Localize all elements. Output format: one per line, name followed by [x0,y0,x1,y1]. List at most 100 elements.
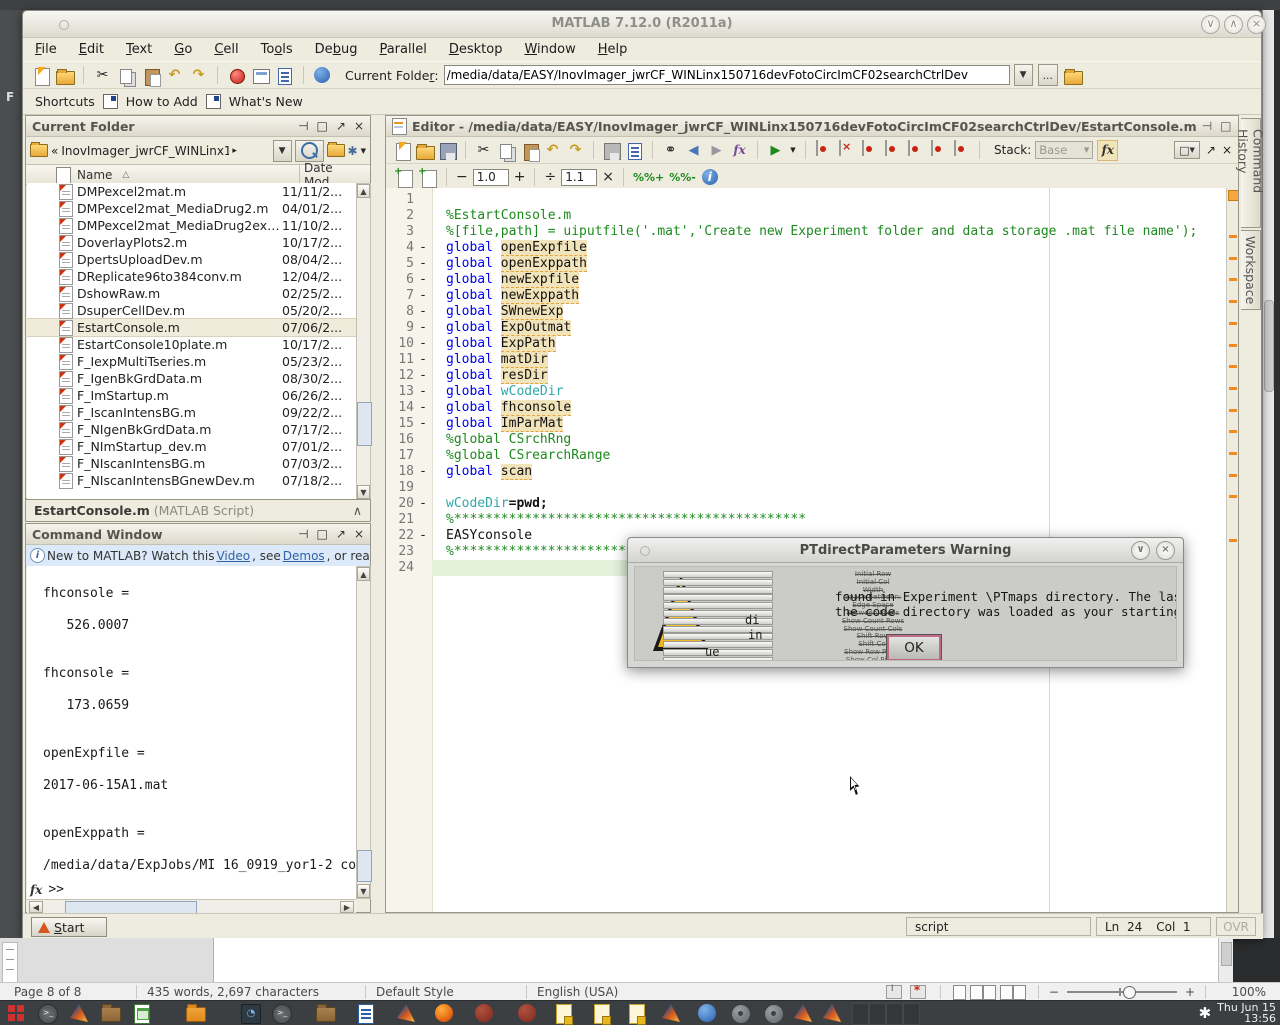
path-expand-icon[interactable]: ▸ [232,146,237,156]
code-line[interactable]: 6-global newExpfile [386,272,1238,288]
stack-select[interactable]: Base ▼ [1035,141,1093,159]
lint-marker[interactable] [1229,257,1237,260]
execution-marker[interactable]: - [414,272,432,288]
dock-icon[interactable]: ⊣ [298,117,308,135]
back-button[interactable]: ◀ [684,141,703,160]
browse-folder-button[interactable]: ... [1038,64,1059,86]
taskbar-matlab-4[interactable] [794,1004,812,1022]
scroll-left-icon[interactable]: ◀ [29,901,43,913]
word-count[interactable]: 435 words, 2,697 characters [147,985,355,999]
lint-marker[interactable] [1229,365,1237,368]
find-button[interactable]: ⚭ [661,141,680,160]
lint-marker[interactable] [1229,409,1237,412]
multi-page-view-icon[interactable] [970,985,983,1000]
file-row[interactable]: EstartConsole10plate.m10/17/2... [27,336,356,353]
file-row[interactable]: DshowRaw.m02/25/2... [27,285,356,302]
taskbar-matlab-2[interactable] [397,1004,415,1022]
dialog-title-bar[interactable]: PTdirectParameters Warning ∨ × [628,538,1183,563]
taskbar-terminal[interactable] [38,1004,58,1024]
scroll-up-icon[interactable]: ▲ [357,184,370,198]
zoom-in-button[interactable]: + [1185,985,1195,999]
maximize-icon[interactable]: □ [1220,117,1231,135]
zoom-knob[interactable] [1123,986,1136,999]
execution-marker[interactable]: - [414,240,432,256]
window-unshade-button[interactable]: ∧ [1224,15,1243,34]
menu-go[interactable]: Go [174,42,192,57]
current-folder-header[interactable]: Current Folder ⊣ □ ↗ × [26,116,370,137]
taskbar-app-gray[interactable] [731,1004,751,1024]
redo-button[interactable]: ↷ [189,66,208,85]
taskbar-text-editor[interactable] [556,1004,572,1024]
file-row[interactable]: F_NImStartup_dev.m07/01/2... [27,438,356,455]
command-window-header[interactable]: Command Window ⊣ □ ↗ × [26,524,370,545]
taskbar-libreoffice-writer[interactable] [358,1004,374,1024]
lint-marker[interactable] [1229,235,1237,238]
file-row[interactable]: EstartConsole.m07/06/2... [27,319,356,336]
find-function-button[interactable]: fx [1097,140,1118,161]
window-close-button[interactable]: × [1247,15,1266,34]
execution-marker[interactable]: - [414,288,432,304]
lint-marker[interactable] [1229,344,1237,347]
taskbar-matlab[interactable] [70,1004,88,1022]
dialog-shade-button[interactable]: ∨ [1131,541,1150,560]
lint-marker[interactable] [1229,387,1237,390]
annotation-strip[interactable] [1226,188,1238,912]
taskbar-text-editor-3[interactable] [629,1004,645,1024]
menu-cell[interactable]: Cell [214,42,238,57]
taskbar-matlab-3[interactable] [662,1004,680,1022]
execution-marker[interactable]: - [414,368,432,384]
lint-marker[interactable] [1229,539,1237,542]
shortcut-whats-new[interactable]: What's New [229,94,303,109]
command-scrollbar[interactable]: ▲ ▼ [356,566,371,899]
name-column[interactable]: Name [77,168,112,182]
scroll-down-icon[interactable]: ▼ [357,485,370,499]
fx-icon[interactable]: fx [30,883,42,897]
print-button[interactable] [602,141,621,160]
code-line[interactable]: 12-global resDir [386,368,1238,384]
divide-value-input[interactable]: 1.1 [561,169,597,186]
continue-button[interactable] [929,141,948,160]
run-dropdown[interactable]: ▼ [789,141,797,160]
code-line[interactable]: 5-global openExppath [386,256,1238,272]
execution-marker[interactable]: - [414,528,432,544]
code-line[interactable]: 3%[file,path] = uiputfile('.mat','Create… [386,224,1238,240]
execution-marker[interactable]: - [414,416,432,432]
step-value-input[interactable]: 1.0 [473,169,509,186]
undo-button[interactable]: ↶ [165,66,184,85]
tab-command-history[interactable]: Command History [1241,118,1261,228]
cell-info-button[interactable]: i [701,168,720,187]
code-line[interactable]: 9-global ExpOutmat [386,320,1238,336]
menu-text[interactable]: Text [126,42,152,57]
book-view-icon[interactable] [1000,985,1013,1000]
code-line[interactable]: 13-global wCodeDir [386,384,1238,400]
dock-icon[interactable]: ⊣ [298,525,308,543]
taskbar-file-manager-2[interactable] [316,1007,336,1022]
current-folder-dropdown[interactable]: ▼ [1014,64,1033,86]
code-line[interactable]: 14-global fhconsole [386,400,1238,416]
execution-marker[interactable]: - [414,304,432,320]
exit-debug-button[interactable] [952,141,971,160]
single-page-view-icon[interactable] [953,985,966,1000]
code-line[interactable]: 18-global scan [386,464,1238,480]
lint-marker[interactable] [1229,452,1237,455]
lint-marker[interactable] [1229,278,1237,281]
file-row[interactable]: DReplicate96to384conv.m12/04/2... [27,268,356,285]
file-row[interactable]: DoverlayPlots2.m10/17/2... [27,234,356,251]
file-row[interactable]: DpertsUploadDev.m08/04/2... [27,251,356,268]
taskbar-terminal-2[interactable] [272,1004,292,1024]
simulink-button[interactable] [227,66,246,85]
profiler-button[interactable] [275,66,294,85]
run-button[interactable]: ▶ [766,141,785,160]
menu-edit[interactable]: Edit [79,42,104,57]
file-row[interactable]: DMPexcel2mat.m11/11/2... [27,183,356,200]
command-output-area[interactable]: fhconsole = 526.0007 fhconsole = 173.065… [27,566,356,899]
code-line[interactable]: 7-global newExppath [386,288,1238,304]
undo-button[interactable]: ↶ [543,141,562,160]
taskbar-libreoffice-calc[interactable] [134,1004,150,1024]
guide-button[interactable] [251,66,270,85]
insert-cell-divider-button[interactable]: + [418,168,437,187]
code-line[interactable]: 10-global ExpPath [386,336,1238,352]
file-details-bar[interactable]: EstartConsole.m (MATLAB Script) ∧ [25,499,371,522]
new-file-button[interactable] [31,66,50,85]
search-button[interactable] [295,140,324,162]
